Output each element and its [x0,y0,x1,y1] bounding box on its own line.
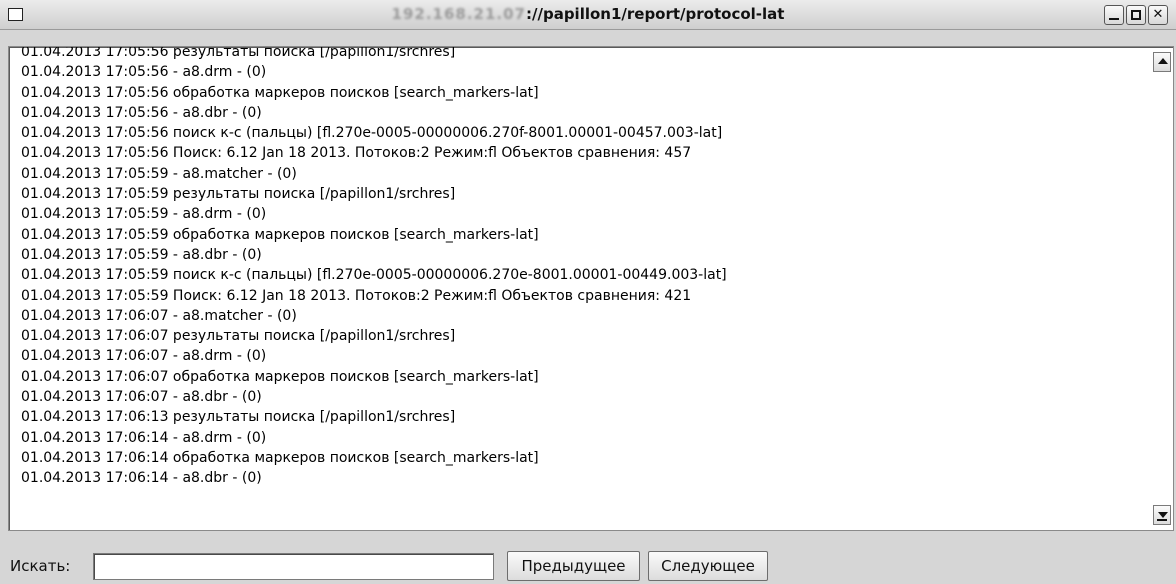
close-button[interactable]: ✕ [1148,5,1168,25]
window-title-path: ://papillon1/report/protocol-lat [526,5,785,23]
scroll-down-button[interactable] [1153,505,1171,525]
scroll-up-button[interactable] [1153,52,1171,72]
log-line: 01.04.2013 17:06:07 обработка маркеров п… [21,368,539,385]
scroll-down-bar [1157,519,1167,521]
window-title-host: 192.168.21.07 [391,5,526,23]
search-input[interactable] [93,553,494,580]
log-line: 01.04.2013 17:06:07 результаты поиска [/… [21,328,456,345]
vertical-scrollbar[interactable] [1152,48,1172,529]
log-text-area[interactable]: 01.04.2013 17:05:56 результаты поиска [/… [8,46,1174,531]
log-line: 01.04.2013 17:06:07 - a8.matcher - (0) [21,307,297,324]
close-icon: ✕ [1152,7,1164,22]
maximize-icon [1131,10,1141,20]
minimize-icon [1109,18,1119,20]
log-line: 01.04.2013 17:05:59 Поиск: 6.12 Jan 18 2… [21,287,692,304]
log-line: 01.04.2013 17:05:56 результаты поиска [/… [21,46,456,60]
log-line: 01.04.2013 17:06:07 - a8.drm - (0) [21,348,267,365]
log-line: 01.04.2013 17:05:59 результаты поиска [/… [21,186,456,203]
previous-button[interactable]: Предыдущее [507,551,640,581]
log-line: 01.04.2013 17:06:14 - a8.drm - (0) [21,429,267,446]
scroll-up-arrow-icon [1158,58,1168,64]
log-line: 01.04.2013 17:06:14 - a8.dbr - (0) [21,470,262,487]
log-line: 01.04.2013 17:06:13 результаты поиска [/… [21,409,456,426]
next-button[interactable]: Следующее [648,551,768,581]
log-line: 01.04.2013 17:05:59 обработка маркеров п… [21,226,539,243]
log-line: 01.04.2013 17:05:56 поиск к-с (пальцы) [… [21,125,723,142]
log-line: 01.04.2013 17:05:56 - a8.dbr - (0) [21,104,262,121]
log-line: 01.04.2013 17:05:59 поиск к-с (пальцы) [… [21,267,727,284]
log-line: 01.04.2013 17:06:07 - a8.dbr - (0) [21,389,262,406]
log-line: 01.04.2013 17:05:56 обработка маркеров п… [21,84,539,101]
maximize-button[interactable] [1126,5,1146,25]
window-title: 192.168.21.07://papillon1/report/protoco… [0,5,1176,23]
search-label: Искать: [10,557,71,575]
log-line: 01.04.2013 17:06:14 обработка маркеров п… [21,449,539,466]
log-line: 01.04.2013 17:05:56 - a8.drm - (0) [21,64,267,81]
scroll-down-arrow-icon [1158,512,1168,518]
minimize-button[interactable] [1104,5,1124,25]
log-line: 01.04.2013 17:05:59 - a8.drm - (0) [21,206,267,223]
log-line: 01.04.2013 17:05:59 - a8.dbr - (0) [21,246,262,263]
log-viewer-window: 192.168.21.07://papillon1/report/protoco… [0,0,1176,584]
log-line: 01.04.2013 17:05:59 - a8.matcher - (0) [21,165,297,182]
title-bar[interactable]: 192.168.21.07://papillon1/report/protoco… [0,0,1176,30]
log-line: 01.04.2013 17:05:56 Поиск: 6.12 Jan 18 2… [21,145,692,162]
log-lines: 01.04.2013 17:05:56 результаты поиска [/… [21,46,1143,530]
